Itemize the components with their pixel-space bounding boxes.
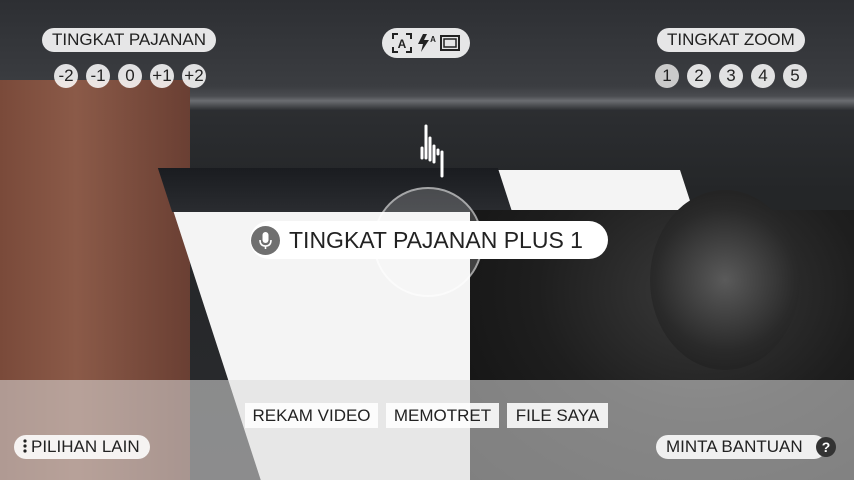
zoom-level-4[interactable]: 4 (751, 64, 775, 88)
camera-settings-bar: A A (382, 28, 470, 58)
record-video-button[interactable]: REKAM VIDEO (245, 403, 378, 428)
help-label: MINTA BANTUAN (666, 437, 803, 456)
toast-message: TINGKAT PAJANAN PLUS 1 (289, 227, 583, 253)
my-files-button[interactable]: FILE SAYA (507, 403, 608, 428)
viewfinder-object (650, 190, 800, 370)
auto-flash-icon[interactable]: A (416, 33, 436, 53)
toast-icon-circle (251, 226, 280, 255)
zoom-level-5[interactable]: 5 (783, 64, 807, 88)
auto-scene-icon[interactable]: A (392, 33, 412, 53)
more-vertical-icon (23, 439, 27, 453)
exposure-level-minus-2[interactable]: -2 (54, 64, 78, 88)
exposure-title: TINGKAT PAJANAN (42, 28, 216, 52)
zoom-title: TINGKAT ZOOM (657, 28, 805, 52)
help-icon[interactable]: ? (816, 437, 836, 457)
microphone-icon (259, 232, 272, 249)
exposure-level-plus-2[interactable]: +2 (182, 64, 206, 88)
take-photo-button[interactable]: MEMOTRET (386, 403, 499, 428)
viewfinder-bottom-overlay (0, 380, 854, 480)
aspect-ratio-icon[interactable] (440, 35, 460, 51)
more-options-button[interactable]: PILIHAN LAIN (14, 435, 150, 459)
help-button[interactable]: MINTA BANTUAN (656, 435, 826, 459)
zoom-level-3[interactable]: 3 (719, 64, 743, 88)
exposure-level-plus-1[interactable]: +1 (150, 64, 174, 88)
exposure-level-0[interactable]: 0 (118, 64, 142, 88)
svg-text:A: A (430, 35, 436, 44)
zoom-level-2[interactable]: 2 (687, 64, 711, 88)
svg-text:A: A (398, 37, 407, 51)
exposure-level-minus-1[interactable]: -1 (86, 64, 110, 88)
zoom-level-1[interactable]: 1 (655, 64, 679, 88)
hand-cursor-icon (420, 124, 444, 178)
more-options-label: PILIHAN LAIN (31, 437, 140, 456)
